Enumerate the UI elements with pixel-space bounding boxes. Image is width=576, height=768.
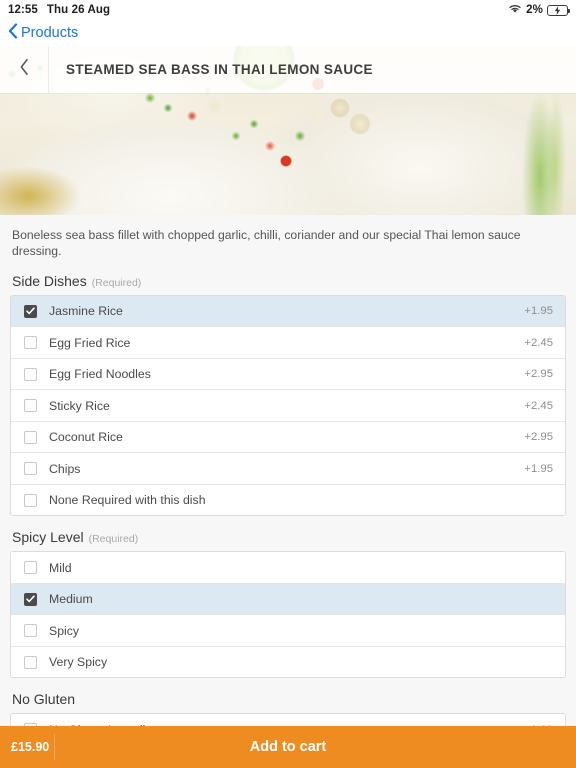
page-title: STEAMED SEA BASS IN THAI LEMON SAUCE	[66, 62, 373, 77]
checkbox-unchecked-icon[interactable]	[24, 655, 37, 669]
option-list: Mild Medium Spicy Very Spicy	[10, 551, 566, 679]
option-label: Medium	[49, 592, 93, 607]
section-header: No Gluten	[10, 678, 566, 713]
checkbox-unchecked-icon[interactable]	[24, 462, 37, 476]
option-price: +2.45	[524, 399, 553, 412]
status-bar: 12:55 Thu 26 Aug 2%	[0, 0, 576, 20]
add-to-cart-label: Add to cart	[249, 739, 327, 755]
product-detail-screen: 12:55 Thu 26 Aug 2% Products STEAMED SEA…	[0, 0, 576, 768]
option-label: Egg Fried Rice	[49, 335, 131, 350]
cart-total-price: £15.90	[0, 734, 55, 760]
product-description: Boneless sea bass fillet with chopped ga…	[12, 228, 521, 259]
checkbox-unchecked-icon[interactable]	[24, 336, 37, 350]
chevron-left-icon	[8, 23, 18, 43]
status-bar-right: 2%	[508, 3, 571, 17]
option-row[interactable]: None Required with this dish	[11, 484, 565, 516]
checkbox-unchecked-icon[interactable]	[24, 399, 37, 413]
section-header: Spicy Level (Required)	[10, 516, 566, 551]
option-row[interactable]: Spicy	[11, 615, 565, 647]
checkbox-checked-icon[interactable]	[24, 304, 37, 318]
option-row[interactable]: Egg Fried Rice +2.45	[11, 327, 565, 359]
option-row[interactable]: Coconut Rice +2.95	[11, 421, 565, 454]
option-label: Jasmine Rice	[49, 304, 123, 319]
add-to-cart-bar[interactable]: £15.90 Add to cart	[0, 726, 576, 768]
section-title: Side Dishes	[12, 272, 87, 289]
option-label: Sticky Rice	[49, 398, 110, 413]
section-title: Spicy Level	[12, 529, 84, 546]
checkbox-unchecked-icon[interactable]	[24, 624, 37, 638]
section-title: No Gluten	[12, 691, 76, 708]
option-price: +1.95	[524, 305, 553, 318]
checkbox-unchecked-icon[interactable]	[24, 367, 37, 381]
product-hero: STEAMED SEA BASS IN THAI LEMON SAUCE	[0, 46, 576, 215]
chevron-left-icon	[19, 58, 30, 81]
option-row[interactable]: Very Spicy	[11, 646, 565, 678]
status-bar-left: 12:55 Thu 26 Aug	[8, 4, 110, 16]
option-label: None Required with this dish	[49, 493, 206, 508]
option-row[interactable]: Chips +1.95	[11, 453, 565, 485]
option-row[interactable]: Mild	[11, 552, 565, 584]
section-header: Side Dishes (Required)	[10, 260, 566, 295]
option-row[interactable]: Sticky Rice +2.45	[11, 390, 565, 422]
status-bar-date: Thu 26 Aug	[46, 4, 111, 16]
option-list: Jasmine Rice +1.95 Egg Fried Rice +2.45 Egg …	[10, 294, 566, 517]
option-label: Chips	[49, 461, 81, 476]
back-to-products-label: Products	[21, 25, 79, 41]
checkbox-unchecked-icon[interactable]	[24, 493, 37, 507]
option-list: No Gluten Ingredients+1.00	[10, 713, 566, 726]
hero-back-button[interactable]	[0, 46, 49, 93]
option-label: Very Spicy	[49, 655, 108, 670]
option-row[interactable]: Medium	[11, 583, 565, 616]
option-label: Coconut Rice	[49, 430, 123, 445]
option-price: +1.95	[524, 462, 553, 475]
option-row[interactable]: Egg Fried Noodles +2.95	[11, 358, 565, 391]
option-label: Egg Fried Noodles	[49, 367, 151, 382]
option-row[interactable]: No Gluten Ingredients+1.00	[11, 714, 565, 726]
product-title-bar: STEAMED SEA BASS IN THAI LEMON SAUCE	[0, 46, 576, 93]
section-required-label: (Required)	[91, 276, 142, 289]
option-price: +2.95	[524, 431, 553, 444]
option-sections: Side Dishes (Required) Jasmine Rice +1.95 Eg…	[10, 260, 566, 726]
section-required-label: (Required)	[88, 533, 139, 546]
back-to-products-button[interactable]: Products	[8, 23, 78, 43]
wifi-icon	[508, 3, 522, 17]
option-price: +2.95	[524, 368, 553, 381]
checkbox-checked-icon[interactable]	[24, 592, 37, 606]
product-options-scroll[interactable]: Boneless sea bass fillet with chopped ga…	[0, 215, 576, 726]
option-price: +2.45	[524, 336, 553, 349]
checkbox-unchecked-icon[interactable]	[24, 561, 37, 575]
battery-charging-icon	[547, 4, 571, 16]
status-bar-time: 12:55	[8, 4, 38, 16]
option-label: Spicy	[49, 623, 80, 638]
option-row[interactable]: Jasmine Rice +1.95	[11, 295, 565, 328]
navigation-bar: Products	[0, 20, 576, 46]
option-label: Mild	[49, 560, 72, 575]
checkbox-unchecked-icon[interactable]	[24, 430, 37, 444]
battery-percent-label: 2%	[526, 4, 543, 16]
